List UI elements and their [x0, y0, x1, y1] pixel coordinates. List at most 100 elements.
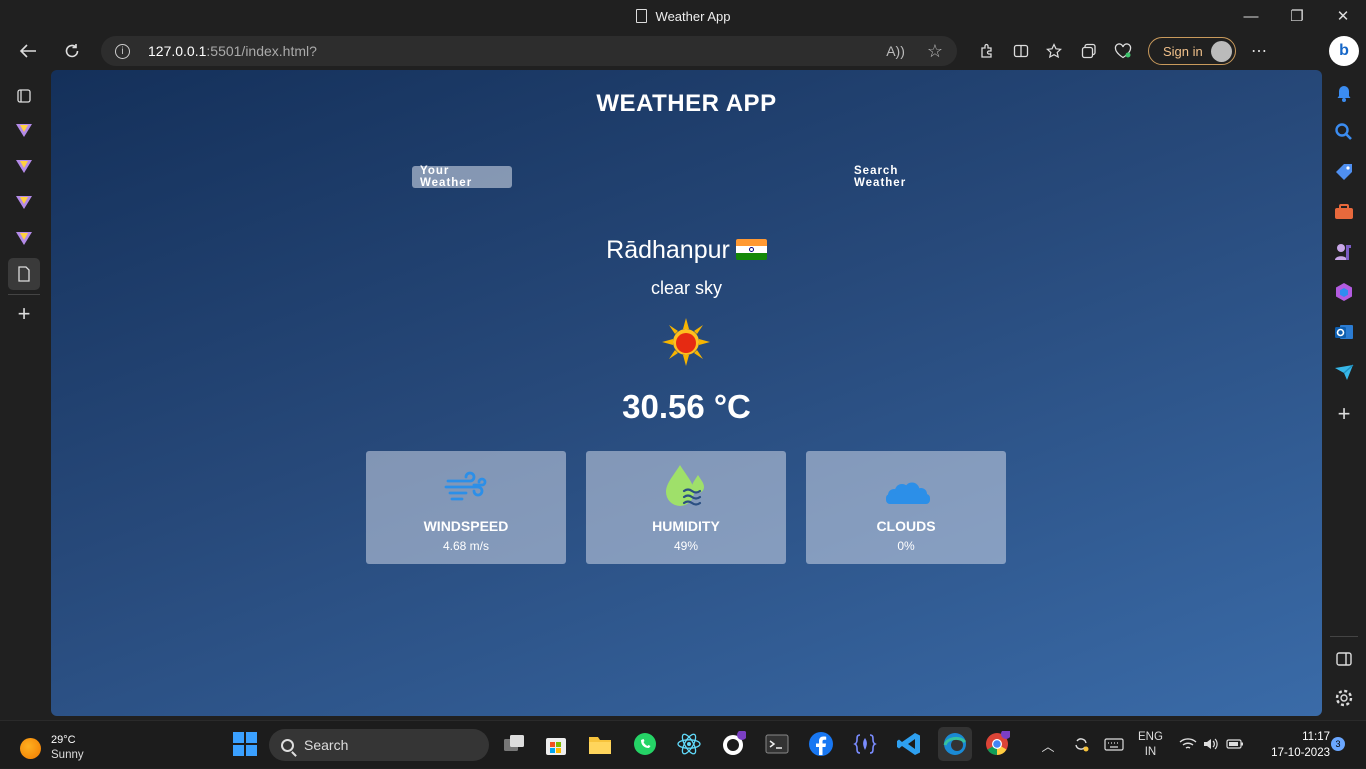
window-title: Weather App [655, 8, 731, 24]
page-title: WEATHER APP [596, 90, 777, 117]
extensions-icon[interactable] [970, 32, 1004, 70]
bing-copilot-button[interactable]: b [1329, 36, 1359, 66]
more-menu-button[interactable]: ⋯ [1242, 32, 1276, 70]
india-flag-icon [735, 239, 767, 260]
weather-description: clear sky [650, 278, 722, 298]
vite-icon [16, 231, 32, 245]
humidity-drop-icon [666, 465, 704, 506]
humidity-card: HUMIDITY 49% [586, 451, 786, 564]
refresh-icon [65, 44, 79, 58]
maximize-button[interactable]: ❐ [1274, 0, 1320, 32]
minimize-button[interactable]: — [1228, 0, 1274, 32]
chevron-up-icon[interactable]: ︿ [1040, 736, 1056, 755]
tab-search-weather[interactable]: Search Weather [846, 165, 958, 189]
system-tray: ︿ ENG IN [1040, 721, 1244, 769]
humidity-value: 49% [673, 539, 699, 553]
microsoft-store-icon[interactable] [543, 731, 569, 757]
react-icon[interactable] [676, 731, 702, 757]
input-language[interactable]: ENG IN [1138, 730, 1163, 760]
arrow-left-icon [19, 44, 36, 58]
active-tab-weather-app[interactable] [8, 258, 40, 290]
games-icon[interactable] [1332, 240, 1356, 264]
tab-your-weather[interactable]: Your Weather [412, 165, 512, 189]
collections-icon[interactable] [1072, 32, 1106, 70]
search-icon[interactable] [1332, 120, 1356, 144]
browser-toolbar: i 127.0.0.1:5501/index.html? A)) ☆ Sign … [0, 32, 1366, 70]
clouds-card: CLOUDS 0% [806, 451, 1006, 564]
sync-icon[interactable] [1072, 735, 1090, 756]
favorite-star-icon[interactable]: ☆ [927, 41, 943, 62]
edge-browser-icon[interactable] [938, 727, 972, 761]
document-icon [635, 9, 647, 23]
widget-temperature: 29°C [51, 734, 76, 746]
vscode-icon[interactable] [896, 731, 922, 757]
microsoft-365-icon[interactable] [1332, 280, 1356, 304]
file-explorer-icon[interactable] [587, 731, 613, 757]
windspeed-value: 4.68 m/s [442, 539, 490, 553]
wifi-icon[interactable] [1179, 737, 1197, 754]
hide-sidebar-icon[interactable] [1332, 647, 1356, 671]
browser-essentials-icon[interactable] [1106, 32, 1140, 70]
github-desktop-icon[interactable] [720, 730, 747, 757]
back-button[interactable] [10, 35, 46, 67]
send-icon[interactable] [1332, 360, 1356, 384]
terminal-icon[interactable] [764, 731, 790, 757]
battery-icon[interactable] [1226, 738, 1244, 753]
bell-icon[interactable] [1332, 80, 1356, 104]
sign-in-button[interactable]: Sign in [1148, 37, 1236, 65]
temperature: 30.56 °C [622, 388, 751, 425]
search-label: Search [304, 737, 349, 753]
keyboard-icon[interactable] [1104, 737, 1124, 754]
sun-icon [662, 318, 710, 366]
profile-avatar [1211, 41, 1232, 62]
vite-tab-1[interactable] [8, 114, 40, 146]
search-icon [281, 738, 294, 752]
refresh-button[interactable] [54, 35, 90, 67]
tab-actions-button[interactable] [8, 80, 40, 112]
favorites-icon[interactable] [1038, 32, 1072, 70]
window-controls: — ❐ ✕ [1228, 0, 1366, 32]
address-bar[interactable]: i 127.0.0.1:5501/index.html? A)) ☆ [101, 36, 957, 66]
site-info-icon[interactable]: i [115, 43, 130, 59]
tools-icon[interactable] [1332, 200, 1356, 224]
toolbar-actions: Sign in ⋯ [970, 32, 1276, 70]
windows-logo-icon [233, 732, 257, 756]
code-editor-icon[interactable] [852, 731, 878, 757]
facebook-icon[interactable] [808, 731, 834, 757]
notification-badge[interactable]: 3 [1331, 737, 1345, 751]
weather-app-page: WEATHER APP Your Weather Search Weather … [51, 70, 1322, 716]
edge-sidebar: + [1322, 70, 1366, 720]
tab-actions-icon [17, 89, 31, 103]
vite-tab-3[interactable] [8, 186, 40, 218]
city-label: Rādhanpur [606, 236, 730, 264]
vertical-tabs-sidebar: + [0, 70, 50, 720]
cloud-icon [886, 482, 930, 504]
vite-icon [16, 159, 32, 173]
chrome-icon[interactable] [984, 729, 1011, 757]
windows-taskbar: 29°C Sunny Search ︿ ENG IN 11:17 17-10-2… [0, 720, 1366, 768]
sunny-weather-icon [20, 737, 41, 759]
taskbar-clock[interactable]: 11:17 17-10-2023 [1254, 729, 1330, 761]
volume-icon[interactable] [1202, 737, 1220, 754]
close-button[interactable]: ✕ [1320, 0, 1366, 32]
windspeed-label: WINDSPEED [423, 518, 509, 534]
widget-condition: Sunny [51, 749, 84, 761]
read-aloud-icon[interactable]: A)) [886, 43, 905, 59]
taskbar-search[interactable]: Search [269, 729, 489, 761]
document-icon [18, 266, 30, 282]
task-view-icon[interactable] [501, 731, 527, 757]
new-tab-button[interactable]: + [8, 298, 40, 330]
vite-tab-4[interactable] [8, 222, 40, 254]
whatsapp-icon[interactable] [632, 731, 658, 757]
start-button[interactable] [232, 731, 258, 757]
shopping-tag-icon[interactable] [1332, 160, 1356, 184]
vite-tab-2[interactable] [8, 150, 40, 182]
add-sidebar-app-button[interactable]: + [1332, 401, 1356, 426]
gear-icon[interactable] [1332, 686, 1356, 710]
clouds-value: 0% [897, 539, 915, 553]
split-screen-icon[interactable] [1004, 32, 1038, 70]
outlook-icon[interactable] [1332, 320, 1356, 344]
weather-widget[interactable]: 29°C Sunny [20, 733, 84, 763]
url-text: 127.0.0.1:5501/index.html? [148, 43, 317, 59]
humidity-label: HUMIDITY [652, 518, 720, 534]
